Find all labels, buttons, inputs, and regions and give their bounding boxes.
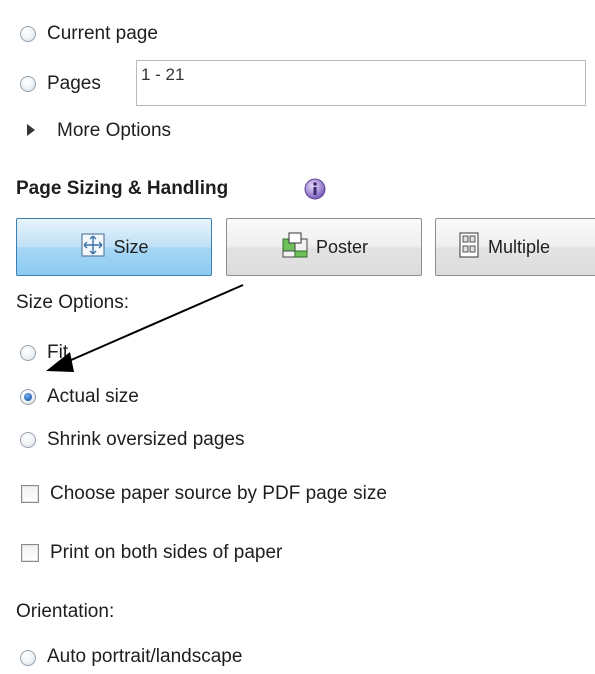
annotation-arrow xyxy=(46,284,244,372)
